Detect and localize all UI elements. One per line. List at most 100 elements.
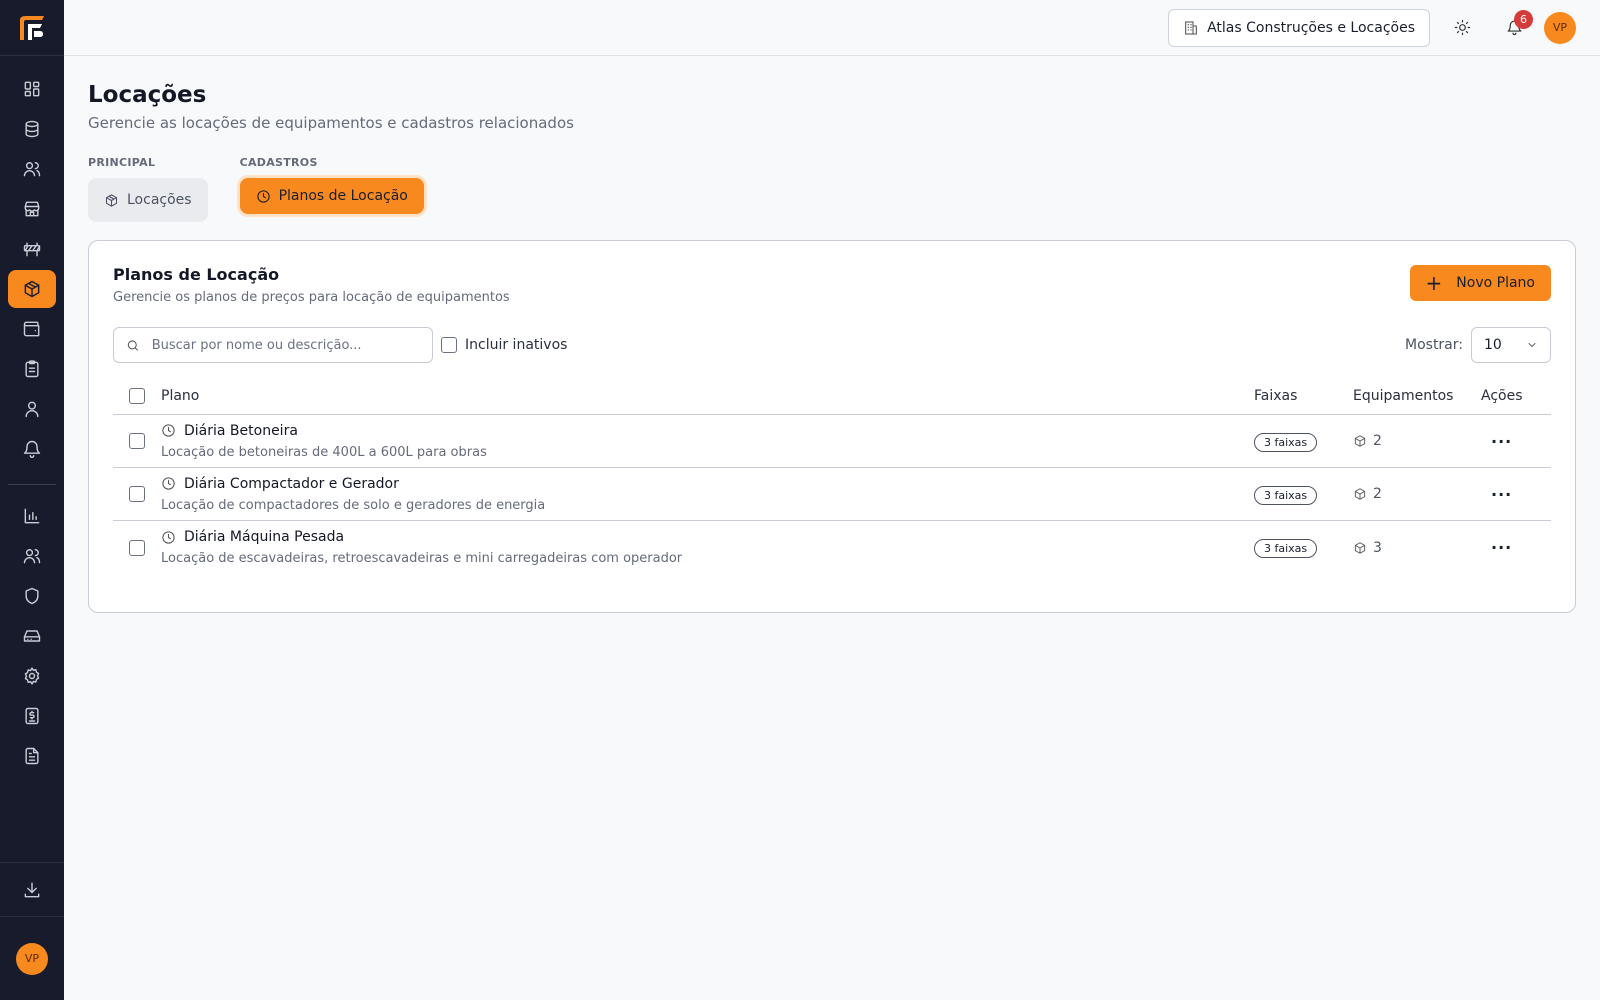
sidebar-divider [8,484,56,485]
table-header: Plano Faixas Equipamentos Ações [113,377,1551,415]
search-box [113,327,433,363]
notifications-button[interactable]: 6 [1494,8,1534,48]
more-actions-button[interactable]: ··· [1481,538,1512,557]
sidebar-item-settings[interactable] [8,657,56,695]
sidebar-item-clients[interactable] [8,150,56,188]
search-input[interactable] [151,337,420,353]
equip-count-value: 3 [1373,539,1382,556]
tab-group-cadastros: CADASTROS Planos de Locação [239,156,424,222]
page-size-control: Mostrar: 10 [1405,327,1551,363]
table-row[interactable]: Diária Máquina Pesada Locação de escavad… [113,521,1551,574]
wallet-icon [23,321,40,337]
header-plan[interactable]: Plano [161,388,1254,404]
topbar: Atlas Construções e Locações 6 VP [64,0,1600,56]
more-actions-button[interactable]: ··· [1481,432,1512,451]
acoes-cell: ··· [1481,485,1551,504]
sidebar-item-security[interactable] [8,577,56,615]
gear-icon [24,667,40,685]
faixas-cell: 3 faixas [1254,484,1353,505]
package-icon [1354,488,1366,500]
equip-count: 3 [1353,540,1481,556]
sidebar-item-documents[interactable] [8,737,56,775]
sidebar-item-team[interactable] [8,537,56,575]
main-content: Locações Gerencie as locações de equipam… [88,56,1576,613]
app-logo[interactable] [0,0,64,56]
card-subtitle: Gerencie os planos de preços para locaçã… [113,290,510,305]
plan-cell: Diária Máquina Pesada Locação de escavad… [161,529,1254,566]
plan-name: Diária Compactador e Gerador [161,476,1254,492]
sidebar-item-notifications[interactable] [8,430,56,468]
page-title: Locações [88,82,207,108]
sidebar-item-dashboard[interactable] [8,70,56,108]
table-toolbar: Incluir inativos Mostrar: 10 [113,327,1551,363]
tab-group-label: CADASTROS [239,156,318,169]
sidebar-avatar[interactable]: VP [16,942,48,975]
page-size-label: Mostrar: [1405,337,1463,353]
sidebar-item-profile[interactable] [8,390,56,428]
equip-cell: 2 [1353,486,1481,502]
new-plan-button[interactable]: + Novo Plano [1409,265,1551,301]
user-icon [25,401,39,418]
include-inactive[interactable]: Incluir inativos [441,337,567,353]
equip-count: 2 [1353,433,1481,449]
include-inactive-checkbox[interactable] [441,337,457,353]
package-icon [105,193,118,207]
plan-name: Diária Máquina Pesada [161,529,1254,545]
row-checkbox[interactable] [129,539,145,556]
company-selector-button[interactable]: Atlas Construções e Locações [1168,8,1430,47]
tab-planos-de-locacao[interactable]: Planos de Locação [239,178,424,214]
tab-locacoes[interactable]: Locações [88,178,208,222]
search-icon [127,339,138,351]
sidebar-item-database[interactable] [8,110,56,148]
plus-icon: + [1425,271,1443,295]
card-title: Planos de Locação [113,265,280,284]
package-icon [24,280,40,298]
sidebar-item-store[interactable] [8,190,56,228]
sidebar-item-storage[interactable] [8,617,56,655]
company-name: Atlas Construções e Locações [1207,19,1415,36]
header-faixas[interactable]: Faixas [1254,388,1353,404]
header-equipamentos[interactable]: Equipamentos [1353,388,1481,404]
new-plan-label: Novo Plano [1456,275,1535,291]
tab-groups: PRINCIPAL Locações CADASTROS Planos de L… [88,156,1576,222]
row-checkbox[interactable] [129,486,145,502]
file-text-icon [25,747,39,765]
sidebar-item-wallet[interactable] [8,310,56,348]
package-icon [1354,435,1366,447]
row-checkbox[interactable] [129,433,145,449]
package-icon [1354,541,1366,554]
shield-icon [25,587,39,605]
select-all-checkbox[interactable] [129,387,145,404]
theme-toggle-button[interactable] [1442,8,1482,48]
tab-group-label: PRINCIPAL [88,156,156,169]
receipt-dollar-icon [25,707,39,725]
page-size-value: 10 [1484,337,1502,353]
sun-icon [1454,19,1470,36]
sidebar-nav [8,56,56,777]
users-icon [23,549,41,564]
sidebar-item-reports[interactable] [8,497,56,535]
plans-card: Planos de Locação Gerencie os planos de … [88,240,1576,613]
more-actions-button[interactable]: ··· [1481,485,1512,504]
equip-count-value: 2 [1373,486,1382,502]
plans-table: Plano Faixas Equipamentos Ações Diária B… [113,377,1551,574]
table-row[interactable]: Diária Compactador e Gerador Locação de … [113,468,1551,521]
page-size-select[interactable]: 10 [1471,327,1551,363]
sidebar-item-clipboard[interactable] [8,350,56,388]
page-subtitle: Gerencie as locações de equipamentos e c… [88,114,574,132]
sidebar-item-construction[interactable] [8,230,56,268]
download-button[interactable] [0,862,64,916]
hard-drive-icon [23,630,41,642]
plan-name-text: Diária Máquina Pesada [184,529,345,545]
sidebar-item-billing[interactable] [8,697,56,735]
user-avatar[interactable]: VP [1544,11,1576,44]
row-check-cell [113,433,161,449]
table-row[interactable]: Diária Betoneira Locação de betoneiras d… [113,415,1551,468]
plan-description: Locação de escavadeiras, retroescavadeir… [161,551,683,566]
faixas-badge: 3 faixas [1254,485,1318,505]
header-acoes: Ações [1481,387,1523,404]
faixas-cell: 3 faixas [1254,537,1353,558]
sidebar-item-rentals[interactable] [8,270,56,308]
faixas-cell: 3 faixas [1254,431,1353,452]
equip-count: 2 [1353,486,1481,502]
